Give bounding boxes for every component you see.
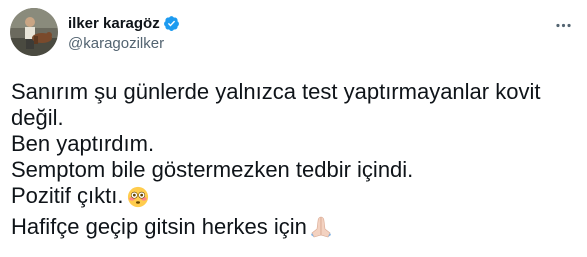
author-handle[interactable]: @karagozilker xyxy=(68,35,164,52)
tweet-card: ilker karagöz @karagozilker Sanırım şu g… xyxy=(0,0,587,257)
tweet-line-3: Ben yaptırdım. xyxy=(11,131,155,156)
tweet-line-5: Pozitif çıktı. xyxy=(11,183,124,208)
tweet-text: Sanırım şu günlerde yalnızca test yaptır… xyxy=(11,79,581,245)
tweet-line-1: Sanırım şu günlerde yalnızca test yaptır… xyxy=(11,79,541,104)
tweet-line-6: Hafifçe geçip gitsin herkes için xyxy=(11,214,307,239)
profile-photo xyxy=(10,8,58,56)
display-name[interactable]: ilker karagöz xyxy=(68,15,160,32)
tweet-line-5-wrap: Pozitif çıktı. xyxy=(11,183,581,214)
folded-hands-emoji xyxy=(308,215,334,245)
tweet-line-2: değil. xyxy=(11,105,64,130)
more-horizontal-icon xyxy=(555,23,571,27)
verified-badge-icon xyxy=(163,15,180,32)
tweet-line-6-wrap: Hafifçe geçip gitsin herkes için xyxy=(11,214,581,245)
flushed-face-emoji xyxy=(127,186,149,214)
author-name-row: ilker karagöz xyxy=(68,13,180,33)
more-options-button[interactable] xyxy=(548,10,578,40)
tweet-line-4: Semptom bile göstermezken tedbir içindi. xyxy=(11,157,414,182)
avatar[interactable] xyxy=(10,8,58,56)
